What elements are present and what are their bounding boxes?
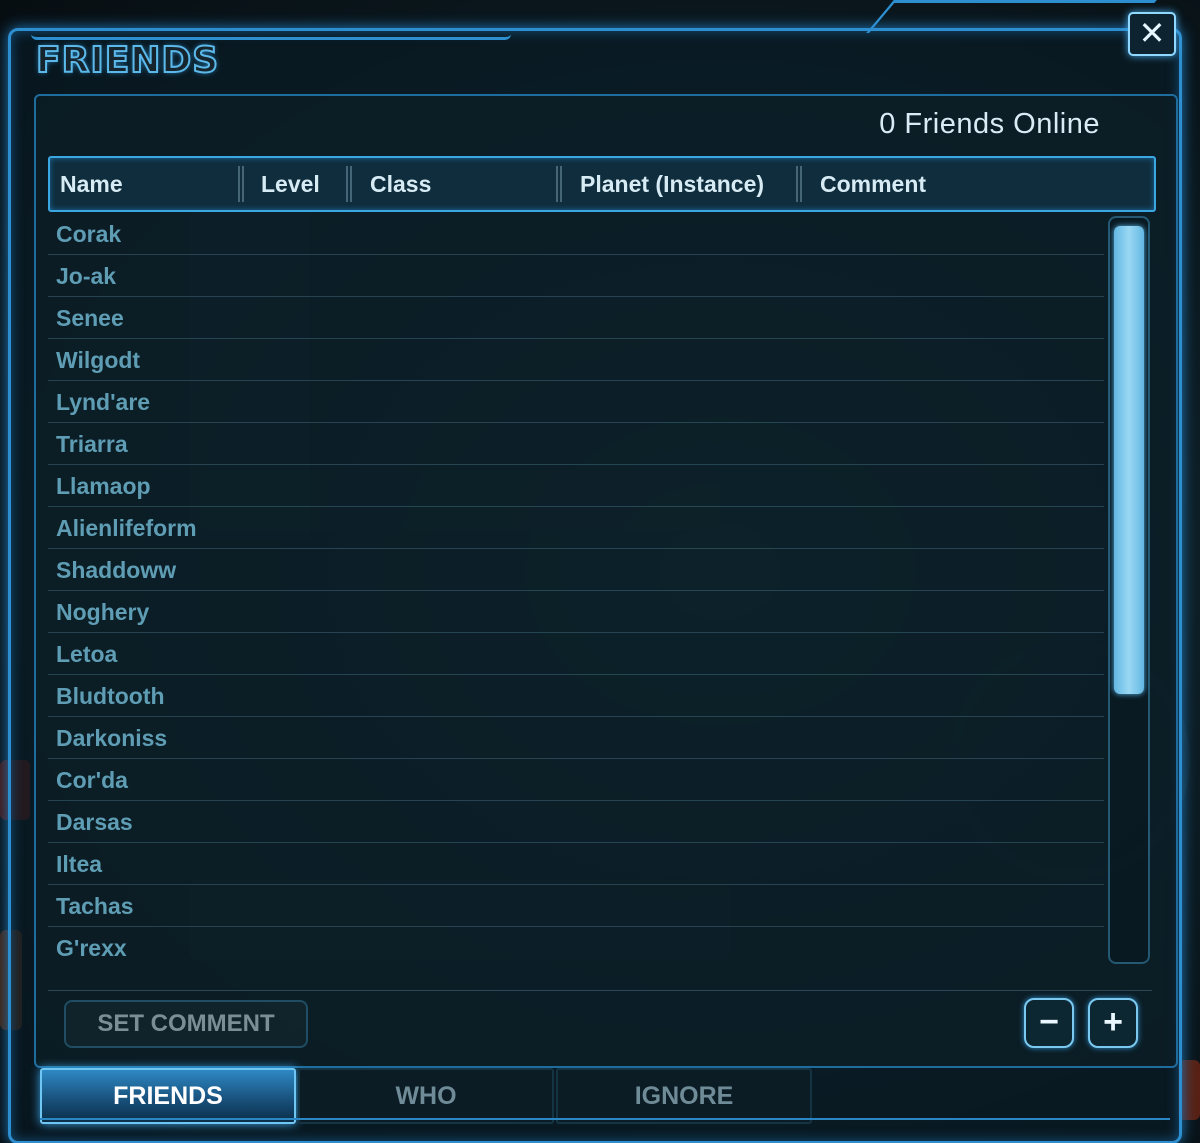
- column-header-comment[interactable]: Comment: [820, 158, 926, 210]
- close-button[interactable]: ✕: [1128, 12, 1176, 56]
- table-row[interactable]: Shaddoww: [48, 548, 1104, 591]
- table-row[interactable]: Lynd'are: [48, 380, 1104, 423]
- friend-name: Darkoniss: [56, 725, 168, 751]
- remove-friend-button[interactable]: −: [1024, 998, 1074, 1048]
- friend-name: Shaddoww: [56, 557, 177, 583]
- friend-name: Bludtooth: [56, 683, 165, 709]
- tab-friends[interactable]: FRIENDS: [40, 1068, 296, 1124]
- friend-name: Tachas: [56, 893, 134, 919]
- column-separator[interactable]: [556, 166, 562, 202]
- column-separator[interactable]: [796, 166, 802, 202]
- table-row[interactable]: Jo-ak: [48, 254, 1104, 297]
- tab-ignore[interactable]: IGNORE: [556, 1068, 812, 1124]
- frame-decoration: [866, 0, 1157, 33]
- friend-name: Llamaop: [56, 473, 151, 499]
- friend-name: Noghery: [56, 599, 150, 625]
- table-row[interactable]: Alienlifeform: [48, 506, 1104, 549]
- table-row[interactable]: Darkoniss: [48, 716, 1104, 759]
- table-row[interactable]: G'rexx: [48, 926, 1104, 964]
- friend-name: Triarra: [56, 431, 128, 457]
- set-comment-button[interactable]: SET COMMENT: [64, 1000, 308, 1048]
- column-header-name[interactable]: Name: [60, 158, 123, 210]
- tab-strip-divider: [40, 1118, 1170, 1120]
- table-row[interactable]: Wilgodt: [48, 338, 1104, 381]
- friend-name: G'rexx: [56, 935, 127, 961]
- friend-name: Jo-ak: [56, 263, 117, 289]
- column-separator[interactable]: [238, 166, 244, 202]
- table-row[interactable]: Darsas: [48, 800, 1104, 843]
- table-row[interactable]: Triarra: [48, 422, 1104, 465]
- tab-who[interactable]: WHO: [298, 1068, 554, 1124]
- table-row[interactable]: Llamaop: [48, 464, 1104, 507]
- friend-name: Cor'da: [56, 767, 128, 793]
- friend-name: Darsas: [56, 809, 133, 835]
- friend-name: Lynd'are: [56, 389, 151, 415]
- column-header-class[interactable]: Class: [370, 158, 431, 210]
- column-header-planet[interactable]: Planet (Instance): [580, 158, 764, 210]
- scrollbar-thumb[interactable]: [1114, 226, 1144, 694]
- friend-name: Senee: [56, 305, 124, 331]
- frame-decoration: [31, 27, 511, 40]
- online-count: 0 Friends Online: [879, 108, 1100, 140]
- table-row[interactable]: Tachas: [48, 884, 1104, 927]
- friend-name: Letoa: [56, 641, 118, 667]
- game-background: FRIENDS ✕ 0 Friends Online Name Level Cl…: [0, 0, 1200, 1143]
- table-row[interactable]: Cor'da: [48, 758, 1104, 801]
- table-row[interactable]: Bludtooth: [48, 674, 1104, 717]
- table-header: Name Level Class Planet (Instance) Comme…: [48, 156, 1156, 212]
- friend-name: Iltea: [56, 851, 103, 877]
- friend-name: Corak: [56, 221, 122, 247]
- column-header-level[interactable]: Level: [261, 158, 320, 210]
- table-row[interactable]: Senee: [48, 296, 1104, 339]
- table-row[interactable]: Iltea: [48, 842, 1104, 885]
- friends-list: Corak Jo-ak Senee Wilgodt Lynd'are Triar…: [48, 212, 1104, 964]
- window-title: FRIENDS: [35, 39, 220, 82]
- table-row[interactable]: Corak: [48, 212, 1104, 255]
- column-separator[interactable]: [346, 166, 352, 202]
- table-row[interactable]: Noghery: [48, 590, 1104, 633]
- friend-name: Alienlifeform: [56, 515, 197, 541]
- add-friend-button[interactable]: +: [1088, 998, 1138, 1048]
- friend-name: Wilgodt: [56, 347, 141, 373]
- table-row[interactable]: Letoa: [48, 632, 1104, 675]
